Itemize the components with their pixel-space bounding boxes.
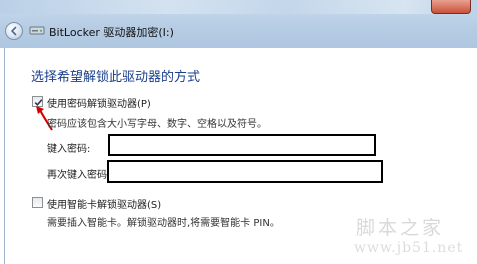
smartcard-option-label[interactable]: 使用智能卡解锁驱动器(S)	[47, 196, 161, 211]
drive-icon	[29, 26, 45, 35]
watermark-site-url: www.jb51.net	[354, 240, 464, 256]
window-title: BitLocker 驱动器加密(I:)	[49, 26, 174, 39]
close-button[interactable]	[431, 0, 471, 14]
page-title: 选择希望解锁此驱动器的方式	[31, 70, 201, 85]
smartcard-hint: 需要插入智能卡。解锁驱动器时,将需要智能卡 PIN。	[47, 218, 280, 229]
smartcard-checkbox[interactable]	[32, 197, 43, 208]
password-option-label[interactable]: 使用密码解锁驱动器(P)	[47, 95, 151, 110]
reenter-password-label: 再次键入密码:	[47, 170, 111, 181]
back-arrow-icon	[11, 26, 17, 36]
back-button[interactable]	[5, 22, 23, 40]
title-bar	[0, 0, 477, 14]
reenter-password-field[interactable]	[107, 160, 383, 183]
password-hint: 密码应该包含大小写字母、数字、空格以及符号。	[47, 119, 267, 130]
enter-password-label: 键入密码:	[47, 144, 91, 155]
enter-password-field[interactable]	[108, 134, 376, 156]
watermark-site-name: 脚本之家	[356, 217, 445, 239]
